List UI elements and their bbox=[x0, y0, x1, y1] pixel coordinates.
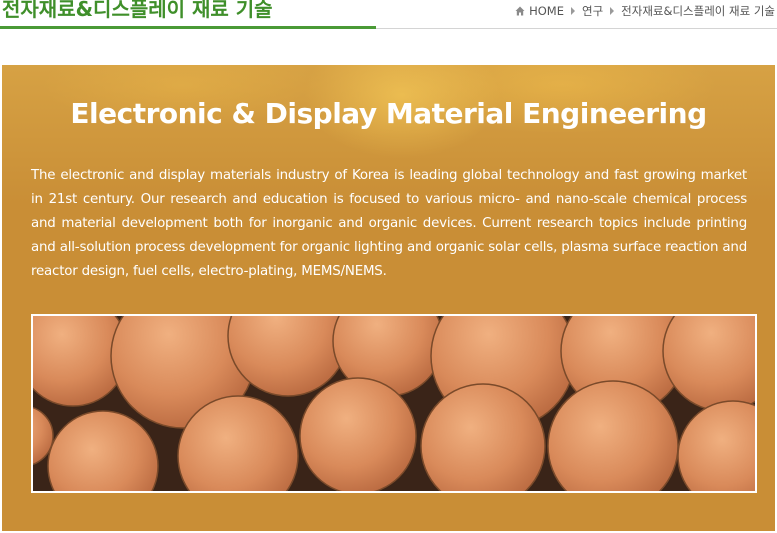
title-underline bbox=[0, 26, 376, 29]
microsphere-image bbox=[33, 316, 755, 491]
hero-description: The electronic and display materials ind… bbox=[31, 168, 747, 279]
breadcrumb-section-link[interactable]: 연구 bbox=[582, 3, 603, 19]
breadcrumb-home-link[interactable]: HOME bbox=[529, 4, 564, 18]
hero-heading: Electronic & Display Material Engineerin… bbox=[70, 97, 707, 130]
page-title: 전자재료&디스플레이 재료 기술 bbox=[2, 0, 273, 21]
microsphere-illustration bbox=[31, 314, 757, 493]
page-header: 전자재료&디스플레이 재료 기술 HOME 연구 전자재료&디스플레이 재료 기… bbox=[0, 0, 777, 30]
home-icon bbox=[515, 6, 525, 16]
triangle-right-icon bbox=[610, 7, 615, 15]
breadcrumb: HOME 연구 전자재료&디스플레이 재료 기술 bbox=[515, 3, 775, 19]
header-divider bbox=[376, 28, 777, 29]
triangle-right-icon bbox=[571, 7, 575, 15]
hero-panel: Electronic & Display Material Engineerin… bbox=[2, 65, 775, 531]
breadcrumb-current: 전자재료&디스플레이 재료 기술 bbox=[621, 4, 775, 18]
